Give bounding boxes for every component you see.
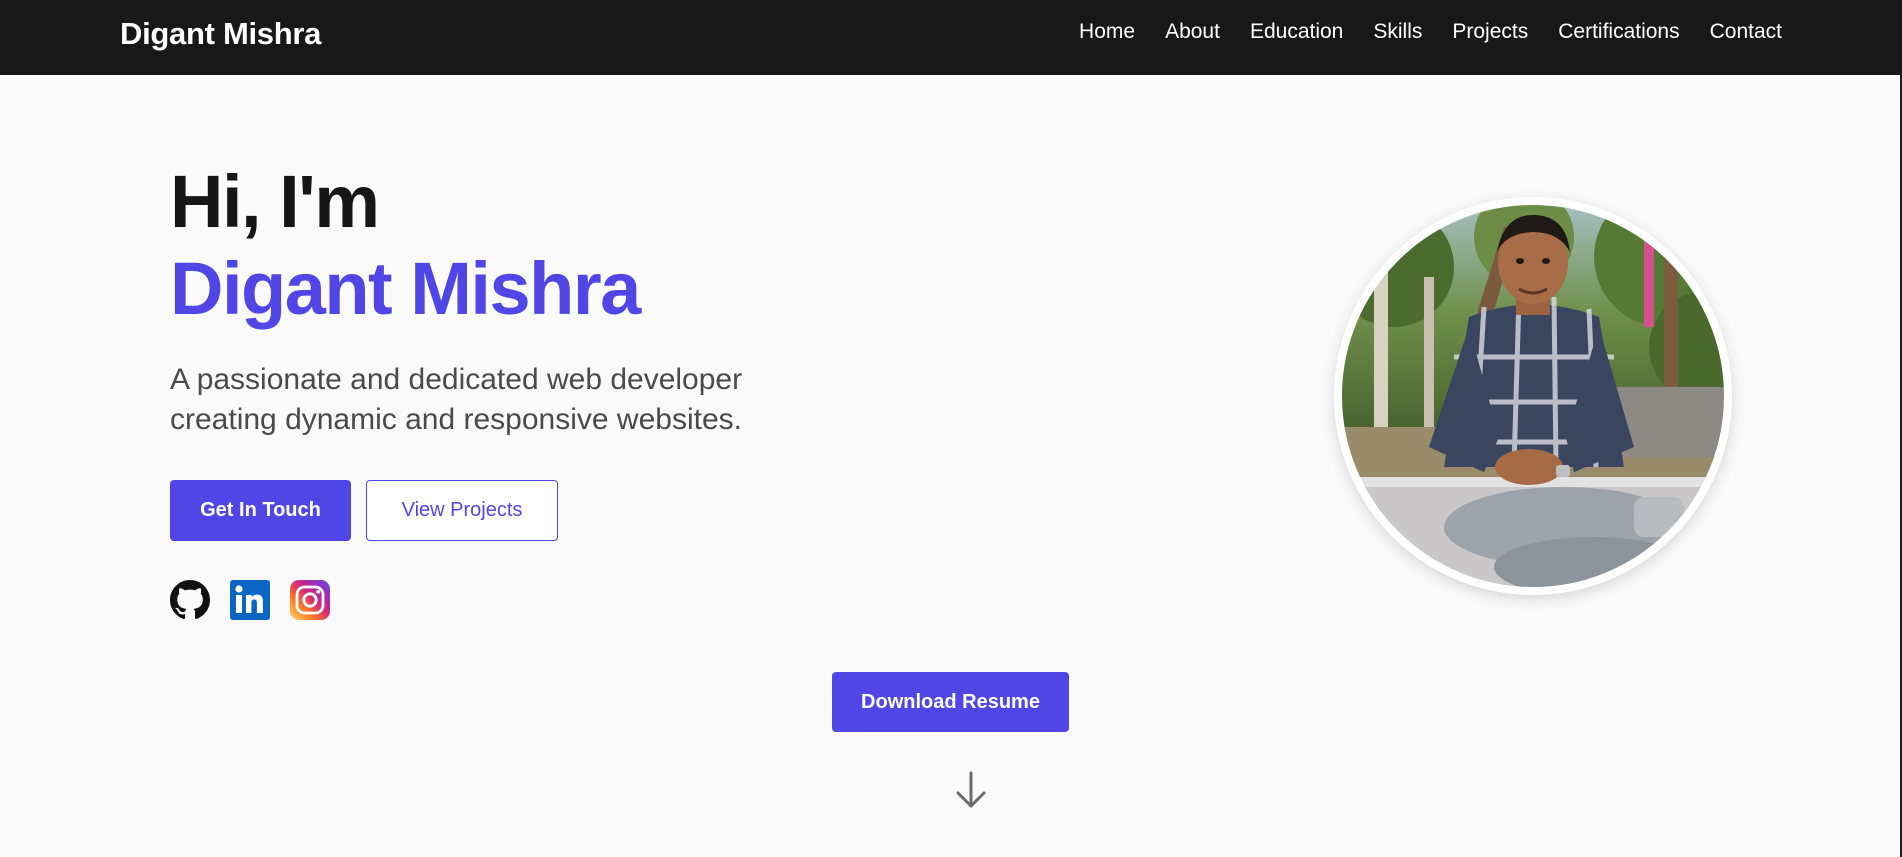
github-icon[interactable] <box>170 580 210 620</box>
nav-link-contact[interactable]: Contact <box>1710 20 1782 44</box>
nav-link-home[interactable]: Home <box>1079 20 1135 44</box>
hero-tagline: A passionate and dedicated web developer… <box>170 363 743 436</box>
linkedin-icon[interactable] <box>230 580 270 620</box>
portfolio-page: Digant Mishra Home About Education Skill… <box>0 0 1902 857</box>
hero-greeting: Hi, I'm <box>170 160 380 243</box>
brand-logo[interactable]: Digant Mishra <box>120 16 321 52</box>
arrow-down-icon[interactable] <box>955 770 987 810</box>
hero-name: Digant Mishra <box>170 247 641 330</box>
nav-link-skills[interactable]: Skills <box>1373 20 1422 44</box>
get-in-touch-button[interactable]: Get In Touch <box>170 480 351 541</box>
social-links <box>170 580 330 620</box>
navbar: Digant Mishra Home About Education Skill… <box>0 0 1902 75</box>
nav-link-about[interactable]: About <box>1165 20 1220 44</box>
nav-link-education[interactable]: Education <box>1250 20 1343 44</box>
view-projects-button[interactable]: View Projects <box>366 480 558 541</box>
nav-links: Home About Education Skills Projects Cer… <box>1079 20 1782 44</box>
nav-link-projects[interactable]: Projects <box>1452 20 1528 44</box>
nav-link-certifications[interactable]: Certifications <box>1558 20 1679 44</box>
instagram-icon[interactable] <box>290 580 330 620</box>
profile-photo <box>1334 197 1732 595</box>
download-resume-button[interactable]: Download Resume <box>832 672 1069 732</box>
